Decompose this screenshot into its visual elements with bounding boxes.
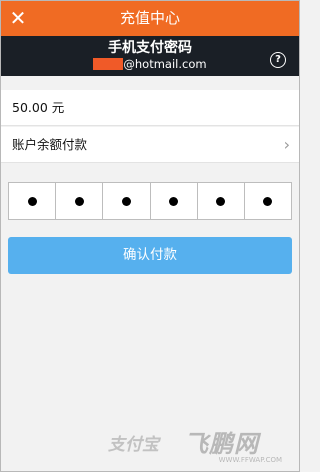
- account-suffix: @hotmail.com: [123, 57, 207, 71]
- site-watermark-url: WWW.FFWAP.COM: [218, 456, 282, 464]
- help-icon[interactable]: ?: [270, 52, 286, 68]
- pin-dot: [121, 196, 131, 206]
- pin-dot: [74, 196, 84, 206]
- pin-cell[interactable]: [56, 183, 104, 219]
- confirm-payment-button[interactable]: 确认付款: [8, 237, 292, 274]
- pin-cell[interactable]: [103, 183, 151, 219]
- site-watermark-logo: 飞鹏网: [184, 430, 259, 458]
- redacted-account-block: [93, 58, 124, 70]
- password-header: 手机支付密码 @hotmail.com ?: [0, 36, 300, 76]
- site-watermark: 飞鹏网 WWW.FFWAP.COM: [184, 424, 284, 464]
- pin-dot: [169, 196, 179, 206]
- pin-dot: [263, 196, 273, 206]
- pin-dot: [27, 196, 37, 206]
- pin-dot: [216, 196, 226, 206]
- pin-cell[interactable]: [245, 183, 291, 219]
- amount-row: 50.00 元: [0, 90, 300, 126]
- alipay-watermark: 支付宝: [108, 435, 159, 455]
- password-title: 手机支付密码: [108, 40, 192, 56]
- pin-cell[interactable]: [151, 183, 198, 219]
- pin-cell[interactable]: [198, 183, 245, 219]
- pin-input[interactable]: [8, 182, 292, 220]
- app-header: ✕ 充值中心: [0, 0, 300, 36]
- payment-method-row[interactable]: 账户余额付款 ›: [0, 127, 300, 163]
- amount-value: 50.00 元: [12, 100, 65, 115]
- account-label: @hotmail.com: [0, 57, 300, 71]
- payment-method-label: 账户余额付款: [12, 137, 88, 152]
- page-title: 充值中心: [119, 9, 180, 27]
- pin-cell[interactable]: [9, 183, 57, 219]
- chevron-right-icon: ›: [283, 135, 290, 154]
